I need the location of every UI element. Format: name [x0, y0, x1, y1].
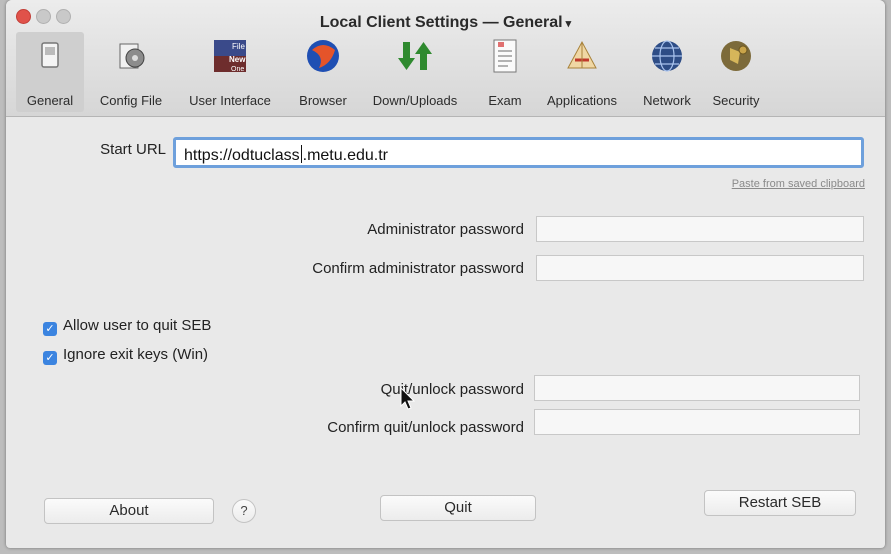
restart-seb-button[interactable]: Restart SEB	[704, 490, 856, 516]
start-url-input[interactable]: https://odtuclass .metu.edu.tr	[173, 137, 864, 168]
admin-password-field[interactable]	[536, 216, 864, 242]
help-button[interactable]: ?	[232, 499, 256, 523]
confirm-quit-password-label: Confirm quit/unlock password	[327, 419, 524, 436]
settings-toolbar: General Config File File New One User In…	[6, 32, 885, 114]
general-settings-panel: Start URL https://odtuclass .metu.edu.tr …	[6, 117, 885, 548]
network-icon	[652, 40, 682, 72]
tab-general-label: General	[26, 93, 74, 108]
tab-browser-label: Browser	[299, 93, 347, 108]
ui-icon-new-text: New	[229, 55, 246, 64]
browser-icon	[307, 40, 339, 72]
settings-window: Local Client Settings — General ▾ General	[6, 0, 885, 548]
config-file-icon	[119, 43, 145, 69]
ignore-exit-keys-label: Ignore exit keys (Win)	[63, 346, 209, 363]
tab-exam[interactable]: Exam	[480, 32, 530, 112]
chevron-down-icon: ▾	[565, 18, 572, 30]
quit-password-field[interactable]	[534, 375, 860, 401]
tab-browser[interactable]: Browser	[288, 32, 358, 112]
tab-user-interface[interactable]: File New One User Interface	[176, 32, 284, 112]
tab-network-label: Network	[643, 93, 691, 108]
tab-applications-label: Applications	[546, 93, 618, 108]
window-section-name: General	[503, 14, 563, 31]
admin-password-label: Administrator password	[367, 221, 524, 238]
quit-password-label: Quit/unlock password	[380, 381, 524, 398]
window-title-text: Local Client Settings	[319, 14, 479, 31]
tab-network[interactable]: Network	[634, 32, 700, 112]
window-title[interactable]: Local Client Settings — General ▾	[6, 14, 885, 32]
tab-down-uploads-label: Down/Uploads	[372, 93, 458, 108]
text-cursor	[300, 145, 302, 163]
start-url-label: Start URL	[100, 141, 166, 158]
ui-icon-one-text: One	[231, 66, 244, 73]
checkmark-icon: ✓	[43, 322, 57, 336]
confirm-quit-password-field[interactable]	[534, 409, 860, 435]
tab-security[interactable]: Security	[704, 32, 768, 112]
start-url-value-part2: .metu.edu.tr	[302, 147, 388, 164]
allow-quit-label: Allow user to quit SEB	[63, 317, 212, 334]
ui-icon-file-text: File	[232, 42, 245, 51]
tab-user-interface-label: User Interface	[189, 93, 271, 108]
down-uploads-icon	[398, 42, 432, 70]
about-button[interactable]: About	[44, 498, 214, 524]
tab-general[interactable]: General	[16, 32, 84, 112]
general-icon	[41, 42, 59, 68]
tab-security-label: Security	[712, 93, 760, 108]
exam-icon	[493, 39, 517, 73]
confirm-admin-password-label: Confirm administrator password	[312, 260, 524, 277]
ignore-exit-keys-checkbox[interactable]: ✓ Ignore exit keys (Win)	[43, 346, 208, 365]
tab-exam-label: Exam	[488, 93, 522, 108]
start-url-value-part1: https://odtuclass	[184, 147, 300, 164]
paste-from-clipboard-link[interactable]: Paste from saved clipboard	[732, 178, 865, 190]
user-interface-icon: File New One	[214, 40, 246, 73]
allow-quit-checkbox[interactable]: ✓ Allow user to quit SEB	[43, 317, 211, 336]
mouse-pointer-icon	[400, 387, 416, 410]
title-separator: —	[482, 14, 499, 31]
tab-config-file-label: Config File	[99, 93, 163, 108]
quit-button[interactable]: Quit	[380, 495, 536, 521]
confirm-admin-password-field[interactable]	[536, 255, 864, 281]
applications-icon	[567, 40, 597, 69]
checkmark-icon: ✓	[43, 351, 57, 365]
tab-applications[interactable]: Applications	[534, 32, 630, 112]
security-icon	[721, 41, 751, 71]
title-bar: Local Client Settings — General ▾ General	[6, 0, 885, 117]
tab-config-file[interactable]: Config File	[88, 32, 174, 112]
tab-down-uploads[interactable]: Down/Uploads	[362, 32, 468, 112]
